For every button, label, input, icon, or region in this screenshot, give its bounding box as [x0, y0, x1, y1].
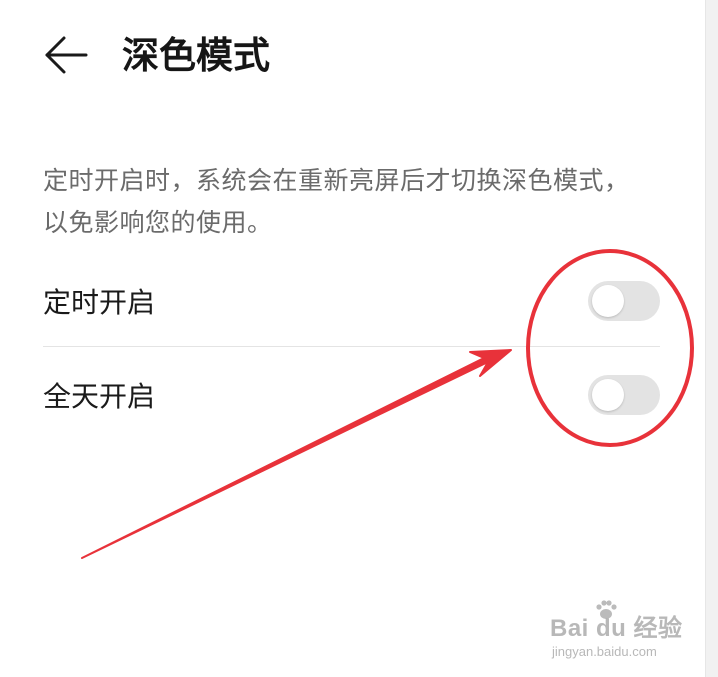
back-button[interactable]: [40, 30, 90, 80]
arrow-left-icon: [45, 36, 88, 74]
setting-row-scheduled[interactable]: 定时开启: [43, 266, 660, 336]
watermark-text: Bai du 经验: [550, 615, 683, 642]
toggle-knob: [592, 285, 624, 317]
setting-row-all-day[interactable]: 全天开启: [43, 360, 660, 430]
all-day-toggle[interactable]: [588, 375, 660, 415]
scheduled-toggle[interactable]: [588, 281, 660, 321]
baidu-watermark: Bai du 经验 jingyan.baidu.com: [548, 598, 698, 668]
description-text: 定时开启时，系统会在重新亮屏后才切换深色模式，以免影响您的使用。: [43, 166, 630, 237]
watermark-url: jingyan.baidu.com: [552, 644, 657, 659]
setting-label-all-day: 全天开启: [43, 380, 156, 413]
scroll-edge: [705, 0, 718, 677]
setting-label-scheduled: 定时开启: [43, 286, 156, 319]
toggle-knob: [592, 379, 624, 411]
divider: [43, 346, 660, 347]
app-header: 深色模式: [0, 0, 706, 110]
page-title: 深色模式: [122, 34, 270, 77]
